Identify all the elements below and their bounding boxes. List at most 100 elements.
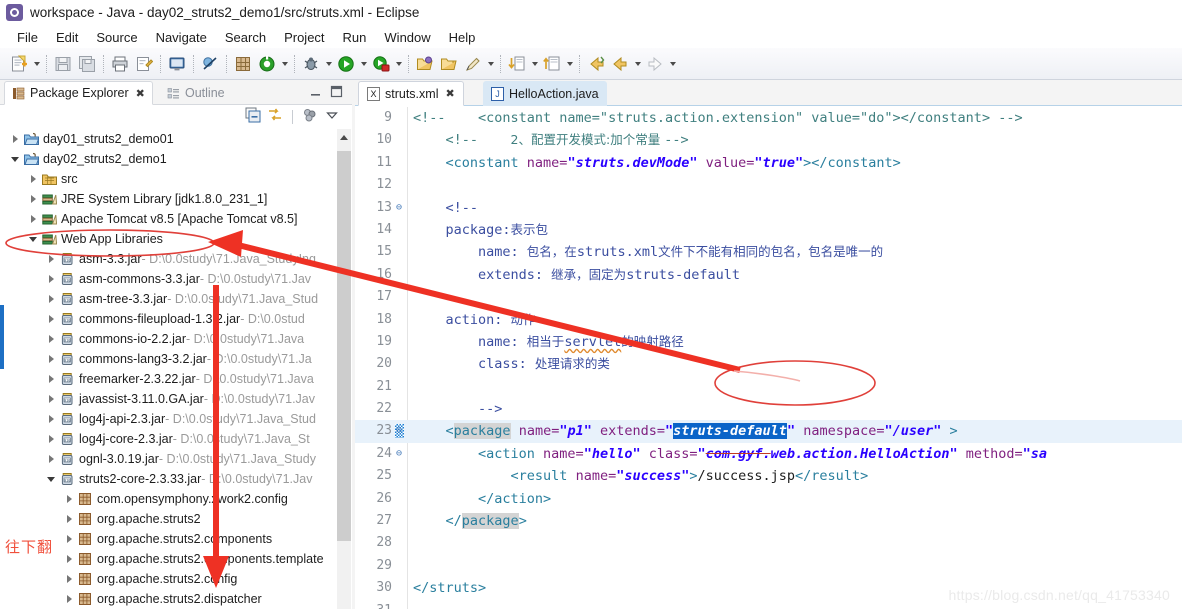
next-edit-icon[interactable]: [644, 53, 666, 75]
fold-marker[interactable]: [395, 577, 407, 599]
next-annotation-icon[interactable]: [506, 53, 528, 75]
left-panel-scrollbar[interactable]: [337, 129, 351, 609]
code-line[interactable]: 21: [355, 375, 1182, 399]
collapse-all-icon[interactable]: [245, 107, 261, 128]
previous-annotation-icon[interactable]: [541, 53, 563, 75]
code-line[interactable]: 22 -->: [355, 398, 1182, 421]
expand-twisty-icon[interactable]: [8, 135, 22, 143]
link-with-editor-icon[interactable]: [267, 107, 283, 128]
tree-item[interactable]: 010 struts2-core-2.3.33.jar - D:\0.0study…: [0, 469, 336, 489]
print-icon[interactable]: [109, 53, 131, 75]
expand-twisty-icon[interactable]: [44, 315, 58, 323]
code-line[interactable]: 15 name: 包名，在struts.xml文件下不能有相同的包名，包名是唯一…: [355, 241, 1182, 264]
fold-marker[interactable]: [395, 398, 407, 420]
skip-breakpoints-icon[interactable]: [199, 53, 221, 75]
view-menu-icon[interactable]: [302, 107, 318, 128]
code-line[interactable]: 10 <!-- 2、配置开发模式:加个常量 -->: [355, 129, 1182, 152]
menu-edit[interactable]: Edit: [47, 29, 87, 46]
expand-twisty-icon[interactable]: [26, 195, 40, 203]
tree-item[interactable]: com.opensymphony.xwork2.config: [0, 489, 336, 509]
code-line[interactable]: 12: [355, 174, 1182, 197]
expand-twisty-icon[interactable]: [44, 415, 58, 423]
expand-twisty-icon[interactable]: [62, 515, 76, 523]
tree-item[interactable]: org.apache.struts2.config: [0, 569, 336, 589]
fold-marker[interactable]: [395, 465, 407, 487]
code-line[interactable]: 11 <constant name="struts.devMode" value…: [355, 151, 1182, 175]
code-line[interactable]: 27 </package>: [355, 510, 1182, 533]
code-line[interactable]: 28: [355, 532, 1182, 555]
expand-twisty-icon[interactable]: [62, 575, 76, 583]
tree-item[interactable]: 010 freemarker-2.3.22.jar - D:\0.0study\7…: [0, 369, 336, 389]
menu-source[interactable]: Source: [87, 29, 146, 46]
tree-item[interactable]: day01_struts2_demo01: [0, 129, 336, 149]
expand-twisty-icon[interactable]: [44, 455, 58, 463]
tree-item[interactable]: day02_struts2_demo1: [0, 149, 336, 169]
new-java-class-icon[interactable]: [256, 53, 278, 75]
close-icon[interactable]: ✖: [445, 87, 454, 100]
code-line[interactable]: 14 package:表示包: [355, 218, 1182, 242]
expand-twisty-icon[interactable]: [44, 395, 58, 403]
tab-package-explorer[interactable]: Package Explorer ✖: [4, 81, 153, 105]
minimize-view-icon[interactable]: [309, 86, 322, 99]
collapse-twisty-icon[interactable]: [8, 157, 22, 162]
menu-navigate[interactable]: Navigate: [147, 29, 216, 46]
expand-twisty-icon[interactable]: [62, 535, 76, 543]
new-wizard-dropdown-arrow[interactable]: [31, 53, 42, 75]
tree-item[interactable]: 010 asm-tree-3.3.jar - D:\0.0study\71.Jav…: [0, 289, 336, 309]
new-wizard-icon[interactable]: [8, 53, 30, 75]
tree-item[interactable]: 010 commons-lang3-3.2.jar - D:\0.0study\7…: [0, 349, 336, 369]
fold-marker[interactable]: [395, 241, 407, 263]
fold-marker[interactable]: [395, 532, 407, 554]
fold-marker[interactable]: [395, 555, 407, 577]
tree-item[interactable]: 010 asm-3.3.jar - D:\0.0study\71.Java_Stu…: [0, 249, 336, 269]
menu-project[interactable]: Project: [275, 29, 333, 46]
fold-marker[interactable]: [395, 152, 407, 174]
expand-twisty-icon[interactable]: [44, 295, 58, 303]
code-line[interactable]: 26 </action>: [355, 487, 1182, 511]
editor-tab-helloaction-java[interactable]: J HelloAction.java: [483, 81, 607, 106]
expand-twisty-icon[interactable]: [62, 495, 76, 503]
code-line[interactable]: 19 name: 相当于servlet的映射路径: [355, 330, 1182, 354]
run-server-icon[interactable]: [370, 53, 392, 75]
collapse-twisty-icon[interactable]: [26, 237, 40, 242]
code-line[interactable]: 25 <result name="success">/success.jsp</…: [355, 465, 1182, 488]
tree-item[interactable]: org.apache.struts2.dispatcher: [0, 589, 336, 609]
fold-marker[interactable]: [395, 600, 407, 609]
open-type-icon[interactable]: [414, 53, 436, 75]
fold-marker[interactable]: [395, 331, 407, 353]
fold-marker-collapse[interactable]: [395, 420, 407, 443]
debug-icon[interactable]: [300, 53, 322, 75]
run-icon[interactable]: [335, 53, 357, 75]
new-java-package-icon[interactable]: [232, 53, 254, 75]
tree-item[interactable]: src: [0, 169, 336, 189]
tree-item[interactable]: 010 log4j-core-2.3.jar - D:\0.0study\71.J…: [0, 429, 336, 449]
fold-marker[interactable]: [395, 107, 407, 129]
next-annotation-dropdown-arrow[interactable]: [529, 53, 540, 75]
tree-item[interactable]: Web App Libraries: [0, 229, 336, 249]
expand-twisty-icon[interactable]: [44, 335, 58, 343]
expand-twisty-icon[interactable]: [44, 255, 58, 263]
search-dropdown-arrow[interactable]: [485, 53, 496, 75]
code-editor[interactable]: 9 <!-- <constant name="struts.action.ext…: [355, 107, 1182, 609]
tree-item[interactable]: 010 ognl-3.0.19.jar - D:\0.0study\71.Java…: [0, 449, 336, 469]
debug-dropdown-arrow[interactable]: [323, 53, 334, 75]
expand-twisty-icon[interactable]: [62, 555, 76, 563]
fold-marker[interactable]: [395, 510, 407, 532]
save-icon[interactable]: [52, 53, 74, 75]
expand-twisty-icon[interactable]: [26, 175, 40, 183]
chevron-down-icon[interactable]: [324, 107, 340, 128]
fold-marker[interactable]: [395, 309, 407, 331]
fold-marker[interactable]: [395, 264, 407, 286]
console-icon[interactable]: [166, 53, 188, 75]
code-line[interactable]: 9 <!-- <constant name="struts.action.ext…: [355, 107, 1182, 130]
expand-twisty-icon[interactable]: [44, 375, 58, 383]
tree-item[interactable]: 010 commons-io-2.2.jar - D:\0.0study\71.J…: [0, 329, 336, 349]
menu-help[interactable]: Help: [440, 29, 485, 46]
tab-outline[interactable]: Outline: [160, 81, 232, 105]
back-icon[interactable]: [585, 53, 607, 75]
menu-window[interactable]: Window: [375, 29, 439, 46]
forward-icon[interactable]: [609, 53, 631, 75]
search-icon[interactable]: [462, 53, 484, 75]
fold-marker-collapse[interactable]: [395, 197, 407, 220]
code-line[interactable]: 17: [355, 286, 1182, 309]
